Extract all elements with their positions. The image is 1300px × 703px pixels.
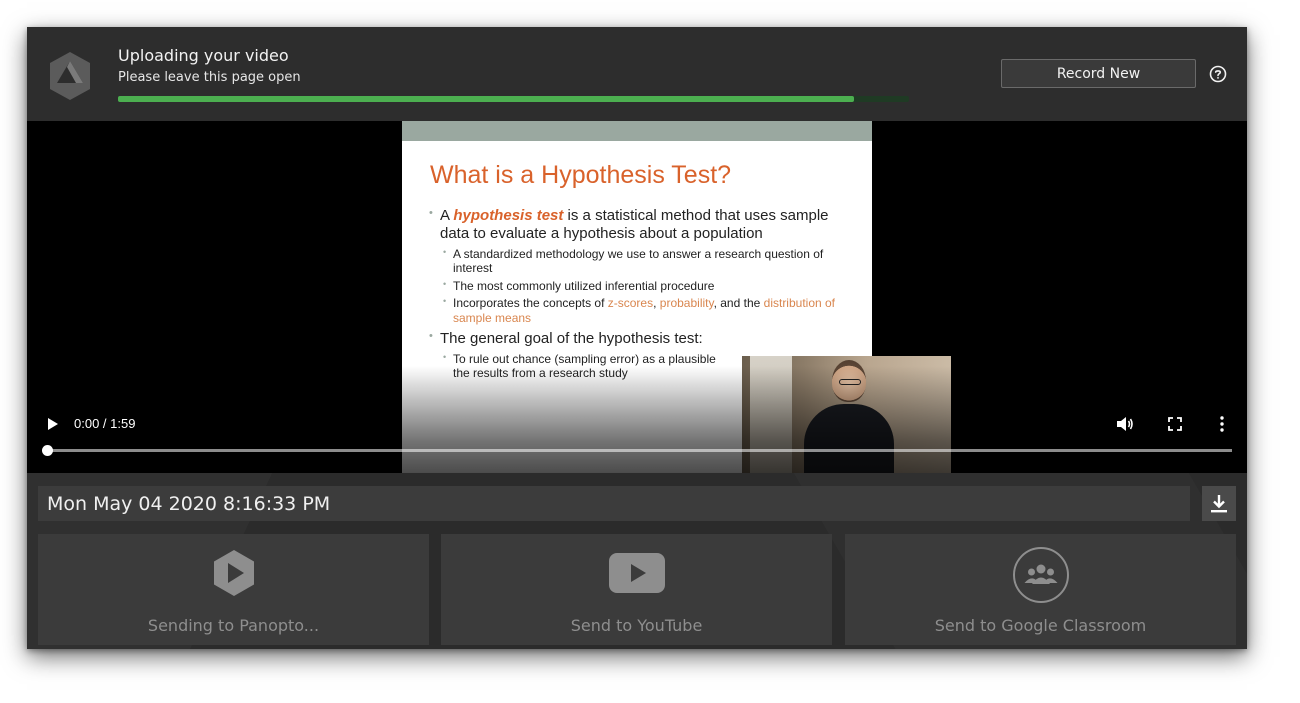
slide-sub-bullet: Incorporates the concepts of z-scores, p… [443, 296, 849, 325]
slide-emphasis: hypothesis test [453, 207, 564, 224]
webcam-background-window [750, 356, 792, 473]
slide-header-band [402, 121, 872, 141]
download-button[interactable] [1202, 486, 1236, 521]
tile-label: Send to YouTube [570, 616, 703, 635]
slide-sub-bullet: A standardized methodology we use to ans… [443, 247, 849, 276]
webcam-overlay [742, 356, 951, 473]
upload-status-subtitle: Please leave this page open [118, 70, 301, 85]
record-new-button[interactable]: Record New [1001, 59, 1196, 88]
send-to-panopto-tile[interactable]: Sending to Panopto... [38, 534, 429, 645]
play-icon[interactable] [47, 418, 59, 430]
presenter-glasses [839, 379, 861, 385]
recording-title-field[interactable]: Mon May 04 2020 8:16:33 PM [38, 486, 1190, 521]
send-to-google-classroom-tile[interactable]: Send to Google Classroom [845, 534, 1236, 645]
upload-progress-bar [118, 96, 909, 102]
screencast-app: Uploading your video Please leave this p… [27, 27, 1247, 649]
help-circle-icon[interactable] [1209, 65, 1227, 83]
upload-progress-fill [118, 96, 854, 102]
slide-bullet: The general goal of the hypothesis test: [429, 330, 849, 348]
video-player[interactable]: What is a Hypothesis Test? A hypothesis … [27, 121, 1247, 473]
upload-header: Uploading your video Please leave this p… [27, 27, 1247, 121]
volume-icon[interactable] [1116, 416, 1134, 432]
slide-sub-bullet: The most commonly utilized inferential p… [443, 279, 849, 293]
seek-handle[interactable] [42, 445, 53, 456]
time-display: 0:00 / 1:59 [74, 416, 136, 431]
presenter-body [804, 404, 894, 473]
tile-label: Send to Google Classroom [934, 616, 1147, 635]
send-to-youtube-tile[interactable]: Send to YouTube [441, 534, 832, 645]
tile-label: Sending to Panopto... [147, 616, 320, 635]
google-classroom-icon [1012, 547, 1069, 603]
upload-status-title: Uploading your video [118, 46, 289, 65]
seek-bar[interactable] [47, 449, 1232, 452]
slide-title: What is a Hypothesis Test? [430, 161, 732, 189]
slide-bullet: A hypothesis test is a statistical metho… [429, 207, 849, 243]
download-icon [1211, 494, 1227, 512]
panopto-icon [213, 550, 254, 596]
app-logo-icon [50, 52, 90, 100]
more-vert-icon[interactable] [1219, 415, 1225, 433]
youtube-icon [608, 553, 665, 593]
fullscreen-icon[interactable] [1168, 417, 1182, 431]
